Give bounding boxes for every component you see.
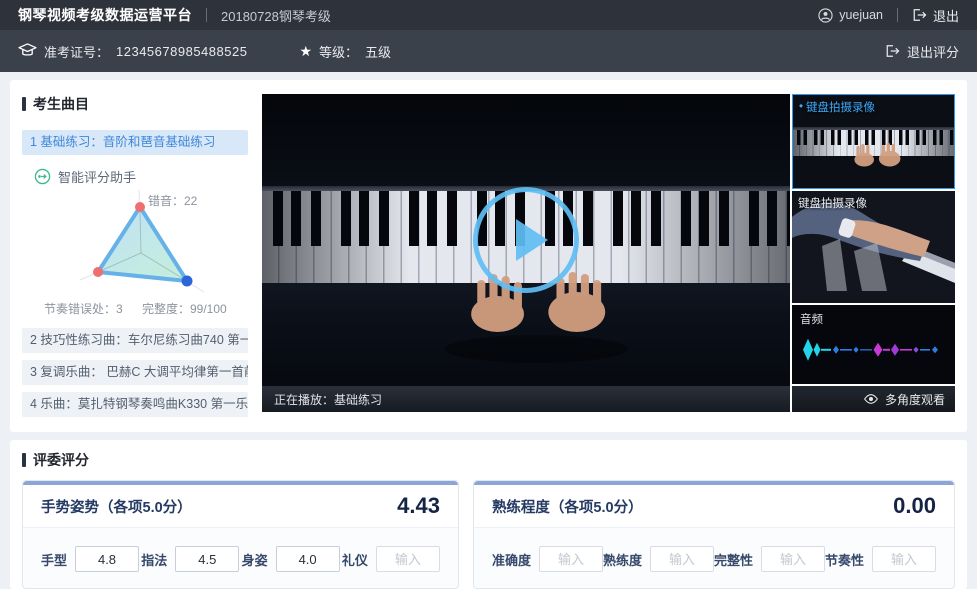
star-icon: ★: [299, 43, 312, 60]
user-icon: [818, 8, 833, 23]
level-group: ★ 等级： 五级: [299, 42, 391, 61]
rhythm-input[interactable]: [872, 546, 936, 572]
session-tab[interactable]: 20180728钢琴考级: [221, 6, 331, 25]
ai-score-radar-chart: 错音：22 节奏错误处：3 完整度：99/100: [22, 188, 248, 320]
score-field-completeness: 完整性: [714, 546, 825, 572]
top-navbar: 钢琴视频考级数据运营平台 20180728钢琴考级 yuejuan 退出: [0, 0, 977, 30]
ticket-number: 12345678985488525: [116, 44, 247, 59]
score-field-rhythm: 节奏性: [825, 546, 936, 572]
eye-icon: [863, 393, 879, 405]
score-card-proficiency: 熟练程度（各项5.0分） 0.00 准确度 熟练度 完整性: [473, 480, 955, 589]
audio-waveform-graphic: [792, 329, 955, 369]
now-playing-bar: 正在播放：基础练习: [262, 386, 790, 412]
score-field-accuracy: 准确度: [492, 546, 603, 572]
card-total-score: 4.43: [397, 493, 440, 519]
score-field-proficiency: 熟练度: [603, 546, 714, 572]
hand-shape-input[interactable]: [75, 546, 139, 572]
side-angle-column: • 键盘拍摄录像: [792, 94, 955, 412]
play-icon: [516, 219, 548, 261]
posture-input[interactable]: [276, 546, 340, 572]
completeness-input[interactable]: [761, 546, 825, 572]
ticket-label: 准考证号：: [44, 42, 109, 61]
playlist-item-3[interactable]: 3 复调乐曲： 巴赫C 大调平均律第一首前奏曲: [22, 360, 248, 385]
card-total-score: 0.00: [893, 493, 936, 519]
card-title: 手势姿势（各项5.0分）: [41, 496, 192, 517]
playlist-item-2[interactable]: 2 技巧性练习曲：车尔尼练习曲740 第一首: [22, 328, 248, 353]
exam-info-bar: 准考证号： 12345678985488525 ★ 等级： 五级 退出评分: [0, 30, 977, 72]
angle-thumb-keyboard-cam-2[interactable]: 键盘拍摄录像: [792, 191, 955, 303]
logout-icon: [885, 44, 900, 58]
playlist-item-1[interactable]: 1 基础练习：音阶和琶音基础练习: [22, 130, 248, 155]
playlist-item-4[interactable]: 4 乐曲：莫扎特钢琴奏鸣曲K330 第一乐章: [22, 392, 248, 417]
multi-angle-button[interactable]: 多角度观看: [792, 386, 955, 412]
exit-scoring-button[interactable]: 退出评分: [885, 42, 959, 61]
score-field-fingering: 指法: [141, 546, 239, 572]
radar-label-rhythm-errors: 节奏错误处：3: [44, 300, 123, 317]
score-field-posture: 身姿: [242, 546, 340, 572]
ticket-group: 准考证号： 12345678985488525: [18, 42, 247, 61]
exit-scoring-label: 退出评分: [907, 42, 959, 61]
multi-angle-label: 多角度观看: [885, 391, 945, 408]
card-title: 熟练程度（各项5.0分）: [492, 496, 643, 517]
user-menu[interactable]: yuejuan: [818, 8, 883, 23]
play-button[interactable]: [473, 187, 579, 293]
logout-label: 退出: [933, 6, 959, 25]
angle-thumb-keyboard-cam-1[interactable]: • 键盘拍摄录像: [792, 94, 955, 189]
logout-button[interactable]: 退出: [912, 6, 959, 25]
ai-assistant-icon: [34, 168, 51, 185]
candidate-songs-panel: 考生曲目 1 基础练习：音阶和琶音基础练习 智能评分助手: [22, 94, 248, 418]
main-video[interactable]: 正在播放：基础练习: [262, 94, 790, 412]
judge-scoring-panel: 评委评分 手势姿势（各项5.0分） 4.43 手型 指法: [10, 440, 967, 589]
radar-dot-rhythm-errors: [93, 267, 103, 277]
ai-assistant-row: 智能评分助手: [34, 167, 248, 186]
title-accent-bar: [22, 453, 26, 467]
radar-dot-completeness: [182, 276, 193, 287]
exam-main-panel: 考生曲目 1 基础练习：音阶和琶音基础练习 智能评分助手: [10, 80, 967, 432]
score-field-hand-shape: 手型: [41, 546, 139, 572]
title-accent-bar: [22, 97, 26, 111]
audio-label: 音频: [800, 311, 823, 327]
etiquette-input[interactable]: [376, 546, 440, 572]
scoring-title: 评委评分: [22, 450, 955, 470]
thumb1-label: • 键盘拍摄录像: [799, 99, 875, 115]
app-title: 钢琴视频考级数据运营平台: [18, 5, 192, 25]
level-label: 等级：: [319, 42, 358, 61]
score-card-gesture-posture: 手势姿势（各项5.0分） 4.43 手型 指法 身姿: [22, 480, 459, 589]
score-field-etiquette: 礼仪: [342, 546, 440, 572]
thumb2-label: 键盘拍摄录像: [798, 195, 867, 211]
username: yuejuan: [839, 8, 883, 22]
fingering-input[interactable]: [175, 546, 239, 572]
ai-assistant-label: 智能评分助手: [58, 167, 136, 186]
now-playing-text: 正在播放：基础练习: [274, 391, 382, 408]
video-player-area: 正在播放：基础练习 • 键盘拍摄录像: [262, 94, 955, 412]
radar-label-wrong-notes: 错音：22: [148, 192, 197, 209]
radar-dot-wrong-notes: [135, 202, 145, 212]
accuracy-input[interactable]: [539, 546, 603, 572]
audio-track-box[interactable]: 音频: [792, 305, 955, 384]
logout-icon: [912, 8, 927, 22]
divider: [206, 8, 207, 22]
radar-label-completeness: 完整度：99/100: [142, 300, 227, 317]
level-value: 五级: [365, 42, 391, 61]
proficiency-input[interactable]: [650, 546, 714, 572]
divider: [897, 8, 898, 22]
playlist-title: 考生曲目: [22, 94, 248, 114]
active-dot: •: [799, 101, 803, 113]
graduation-cap-icon: [18, 43, 37, 59]
